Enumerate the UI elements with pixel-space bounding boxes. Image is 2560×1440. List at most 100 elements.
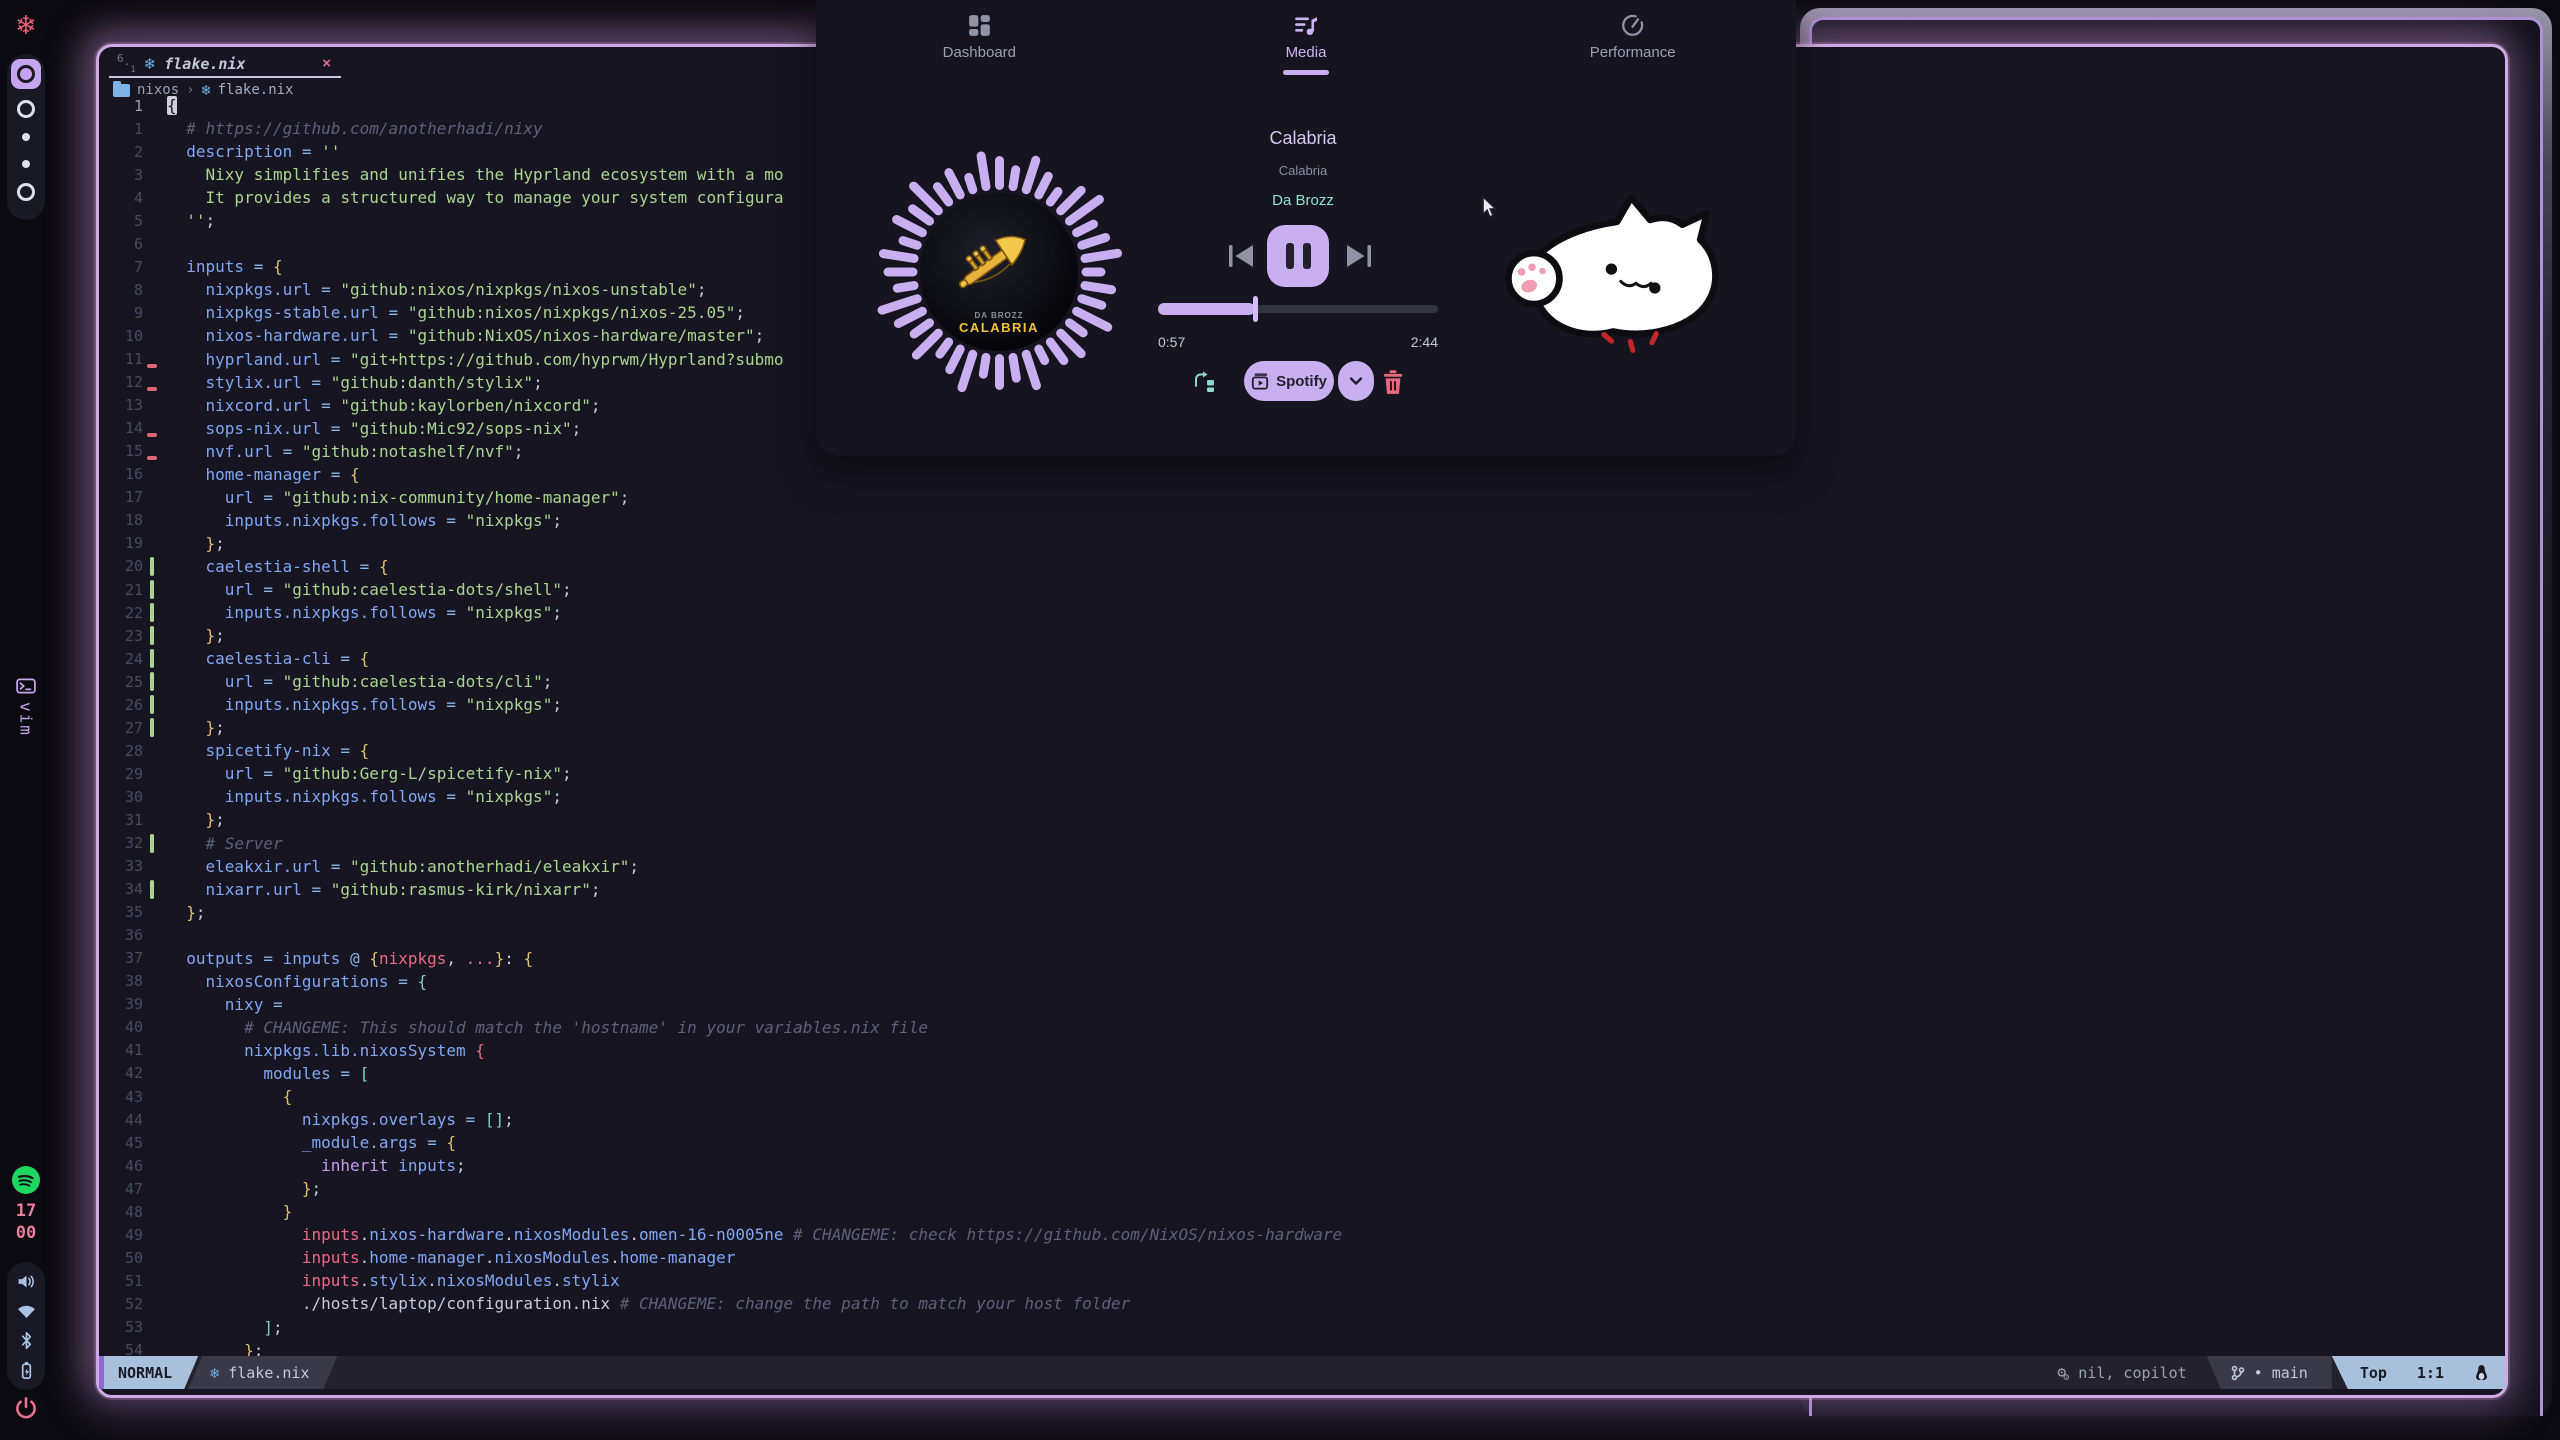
code-line[interactable]: 28 spicetify-nix = { [99, 739, 2501, 762]
line-number: 51 [99, 1272, 143, 1290]
code-line[interactable]: 24 caelestia-cli = { [99, 647, 2501, 670]
editor-tab-flake-nix[interactable]: 6·1 ❄ flake.nix × [109, 51, 341, 78]
code-line[interactable]: 27 }; [99, 716, 2501, 739]
nix-logo-icon[interactable]: ❄ [0, 10, 52, 41]
line-number: 10 [99, 327, 143, 345]
code-line[interactable]: 29 url = "github:Gerg-L/spicetify-nix"; [99, 762, 2501, 785]
sign-column [145, 1292, 159, 1315]
line-number: 45 [99, 1134, 143, 1152]
code-text: }; [167, 534, 225, 553]
code-line[interactable]: 26 inputs.nixpkgs.follows = "nixpkgs"; [99, 693, 2501, 716]
code-line[interactable]: 18 inputs.nixpkgs.follows = "nixpkgs"; [99, 509, 2501, 532]
code-line[interactable]: 42 modules = [ [99, 1062, 2501, 1085]
code-line[interactable]: 38 nixosConfigurations = { [99, 970, 2501, 993]
code-line[interactable]: 39 nixy = [99, 993, 2501, 1016]
code-line[interactable]: 25 url = "github:caelestia-dots/cli"; [99, 670, 2501, 693]
line-number: 22 [99, 604, 143, 622]
pause-button[interactable] [1267, 225, 1329, 287]
line-number: 34 [99, 880, 143, 898]
code-line[interactable]: 45 _module.args = { [99, 1131, 2501, 1154]
lsp-servers: nil, copilot [2078, 1364, 2186, 1382]
code-line[interactable]: 23 }; [99, 624, 2501, 647]
git-branch-segment: • main [2207, 1356, 2332, 1389]
code-line[interactable]: 17 url = "github:nix-community/home-mana… [99, 486, 2501, 509]
progress-handle[interactable] [1253, 296, 1258, 322]
code-line[interactable]: 46 inherit inputs; [99, 1154, 2501, 1177]
code-text: inputs.nixpkgs.follows = "nixpkgs"; [167, 511, 562, 530]
tab-close-icon[interactable]: × [322, 55, 331, 72]
volume-icon[interactable] [17, 1272, 36, 1291]
tab-media[interactable]: Media [1143, 14, 1470, 75]
sign-column [145, 1200, 159, 1223]
power-button-icon[interactable] [14, 1396, 38, 1420]
code-line[interactable]: 52 ./hosts/laptop/configuration.nix # CH… [99, 1292, 2501, 1315]
code-line[interactable]: 50 inputs.home-manager.nixosModules.home… [99, 1246, 2501, 1269]
code-line[interactable]: 33 eleakxir.url = "github:anotherhadi/el… [99, 855, 2501, 878]
tab-dashboard[interactable]: Dashboard [816, 14, 1143, 75]
code-text: inputs.nixos-hardware.nixosModules.omen-… [167, 1225, 1342, 1244]
sign-column [145, 209, 159, 232]
code-line[interactable]: 22 inputs.nixpkgs.follows = "nixpkgs"; [99, 601, 2501, 624]
clock: 17 00 [0, 1200, 52, 1244]
code-line[interactable]: 44 nixpkgs.overlays = []; [99, 1108, 2501, 1131]
terminal-icon [16, 678, 36, 694]
auto-queue-icon[interactable] [1192, 370, 1216, 394]
line-number: 39 [99, 995, 143, 1013]
spotify-source-button[interactable]: Spotify [1244, 361, 1334, 401]
sign-column [145, 947, 159, 970]
code-text: sops-nix.url = "github:Mic92/sops-nix"; [167, 419, 581, 438]
code-line[interactable]: 49 inputs.nixos-hardware.nixosModules.om… [99, 1223, 2501, 1246]
code-line[interactable]: 19 }; [99, 532, 2501, 555]
source-dropdown-button[interactable] [1338, 361, 1374, 401]
code-line[interactable]: 21 url = "github:caelestia-dots/shell"; [99, 578, 2501, 601]
battery-icon[interactable] [17, 1361, 36, 1380]
wifi-icon[interactable] [17, 1302, 36, 1321]
code-line[interactable]: 32 # Server [99, 832, 2501, 855]
clock-hour: 17 [0, 1200, 52, 1222]
workspace-4-dot[interactable] [22, 160, 30, 168]
code-line[interactable]: 30 inputs.nixpkgs.follows = "nixpkgs"; [99, 785, 2501, 808]
workspace-3-dot[interactable] [22, 133, 30, 141]
git-added-sign [145, 693, 159, 716]
line-number: 21 [99, 581, 143, 599]
bluetooth-icon[interactable] [17, 1331, 36, 1350]
sign-column [145, 762, 159, 785]
git-branch-icon [2231, 1365, 2245, 1381]
workspace-5-ring[interactable] [17, 183, 35, 201]
next-track-button[interactable] [1345, 243, 1373, 269]
workspace-1-active[interactable] [11, 59, 41, 89]
code-line[interactable]: 43 { [99, 1085, 2501, 1108]
code-line[interactable]: 53 ]; [99, 1315, 2501, 1338]
line-number: 1 [99, 97, 143, 115]
sign-column [145, 186, 159, 209]
code-text: modules = [ [167, 1064, 369, 1083]
code-line[interactable]: 40 # CHANGEME: This should match the 'ho… [99, 1016, 2501, 1039]
code-line[interactable]: 16 home-manager = { [99, 463, 2501, 486]
code-line[interactable]: 35 }; [99, 901, 2501, 924]
sign-column [145, 970, 159, 993]
code-line[interactable]: 34 nixarr.url = "github:rasmus-kirk/nixa… [99, 878, 2501, 901]
code-line[interactable]: 48 } [99, 1200, 2501, 1223]
progress-bar[interactable] [1158, 294, 1438, 324]
code-line[interactable]: 36 [99, 924, 2501, 947]
spotify-icon[interactable] [12, 1166, 40, 1194]
code-line[interactable]: 47 }; [99, 1177, 2501, 1200]
line-number: 37 [99, 949, 143, 967]
code-text: }; [167, 718, 225, 737]
code-line[interactable]: 31 }; [99, 808, 2501, 831]
code-text: }; [167, 626, 225, 645]
sign-column [145, 278, 159, 301]
previous-track-button[interactable] [1227, 243, 1255, 269]
code-text: nixpkgs.overlays = []; [167, 1110, 514, 1129]
tab-performance[interactable]: Performance [1469, 14, 1796, 75]
code-text: # https://github.com/anotherhadi/nixy [167, 119, 543, 138]
workspace-indicator[interactable] [7, 54, 45, 220]
trash-icon[interactable] [1382, 369, 1404, 395]
line-number: 52 [99, 1295, 143, 1313]
sign-column [145, 1039, 159, 1062]
code-line[interactable]: 51 inputs.stylix.nixosModules.stylix [99, 1269, 2501, 1292]
code-line[interactable]: 20 caelestia-shell = { [99, 555, 2501, 578]
workspace-2-ring[interactable] [17, 100, 35, 118]
code-line[interactable]: 41 nixpkgs.lib.nixosSystem { [99, 1039, 2501, 1062]
code-line[interactable]: 37 outputs = inputs @ {nixpkgs, ...}: { [99, 947, 2501, 970]
